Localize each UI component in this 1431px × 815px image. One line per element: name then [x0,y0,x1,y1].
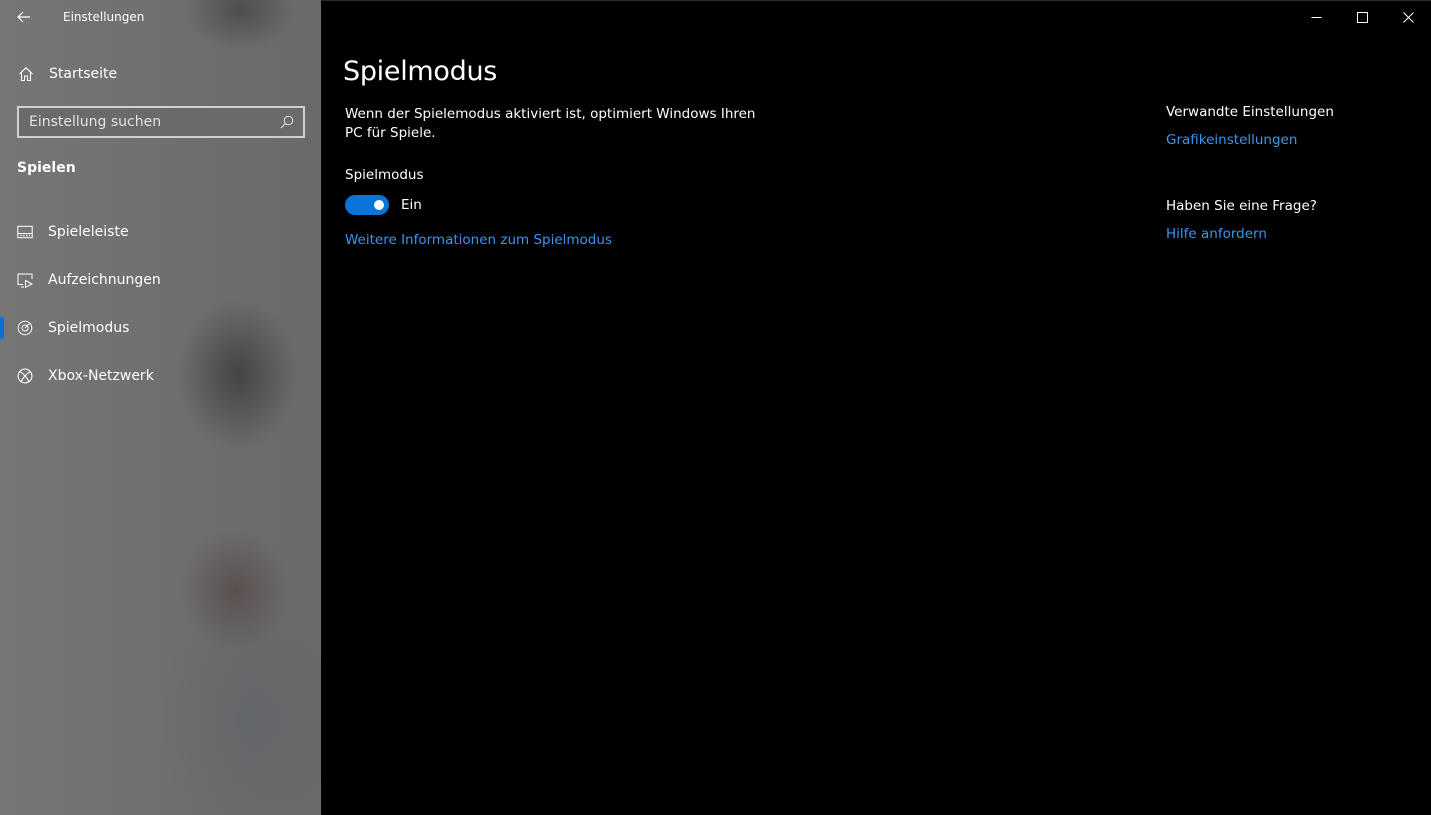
search-box [17,106,305,138]
section-title: Spielen [17,160,76,176]
xbox-icon [17,368,33,384]
home-icon [19,67,33,82]
toggle-knob [374,200,384,210]
back-arrow-icon [17,11,30,23]
sidebar: Einstellungen Startseite Spielen [0,0,321,815]
titlebar-left: Einstellungen [0,0,321,34]
more-info-link[interactable]: Weitere Informationen zum Spielmodus [345,232,612,248]
sidebar-item-label: Spieleleiste [48,224,129,240]
main-content: Spielmodus Wenn der Spielemodus aktivier… [321,0,1431,815]
related-settings-heading: Verwandte Einstellungen [1166,104,1334,120]
close-button[interactable] [1385,1,1431,34]
caption-buttons [1293,1,1431,34]
game-mode-toggle[interactable] [345,195,389,215]
game-mode-icon [17,320,33,336]
setting-label: Spielmodus [345,167,424,183]
minimize-button[interactable] [1293,1,1339,34]
sidebar-item-label: Xbox-Netzwerk [48,368,154,384]
related-settings: Verwandte Einstellungen Grafikeinstellun… [1166,104,1416,148]
sidebar-item-label: Spielmodus [48,320,130,336]
sidebar-item-captures[interactable]: Aufzeichnungen [0,256,321,304]
game-bar-icon [17,225,33,239]
question-heading: Haben Sie eine Frage? [1166,198,1317,214]
close-icon [1402,12,1414,23]
sidebar-item-label: Aufzeichnungen [48,272,161,288]
toggle-row: Ein [345,195,422,215]
minimize-icon [1311,17,1321,18]
home-label: Startseite [49,66,118,82]
graphics-settings-link[interactable]: Grafikeinstellungen [1166,132,1416,148]
sidebar-item-game-mode[interactable]: Spielmodus [0,304,321,352]
settings-window: Einstellungen Startseite Spielen [0,0,1431,815]
captures-icon [17,273,33,288]
home-nav-item[interactable]: Startseite [0,54,321,94]
search-input[interactable] [19,113,280,131]
get-help-link[interactable]: Hilfe anfordern [1166,226,1416,242]
app-title: Einstellungen [63,10,145,24]
page-title: Spielmodus [343,56,498,87]
search-icon[interactable] [280,115,294,129]
toggle-state-label: Ein [401,197,422,213]
description-text: Wenn der Spielemodus aktiviert ist, opti… [345,106,756,141]
maximize-icon [1356,12,1368,23]
sidebar-nav: Spieleleiste Aufzeichnungen Spielmodus X… [0,208,321,400]
back-button[interactable] [0,0,48,34]
question-section: Haben Sie eine Frage? Hilfe anfordern [1166,198,1416,242]
maximize-button[interactable] [1339,1,1385,34]
sidebar-item-game-bar[interactable]: Spieleleiste [0,208,321,256]
sidebar-item-xbox-network[interactable]: Xbox-Netzwerk [0,352,321,400]
